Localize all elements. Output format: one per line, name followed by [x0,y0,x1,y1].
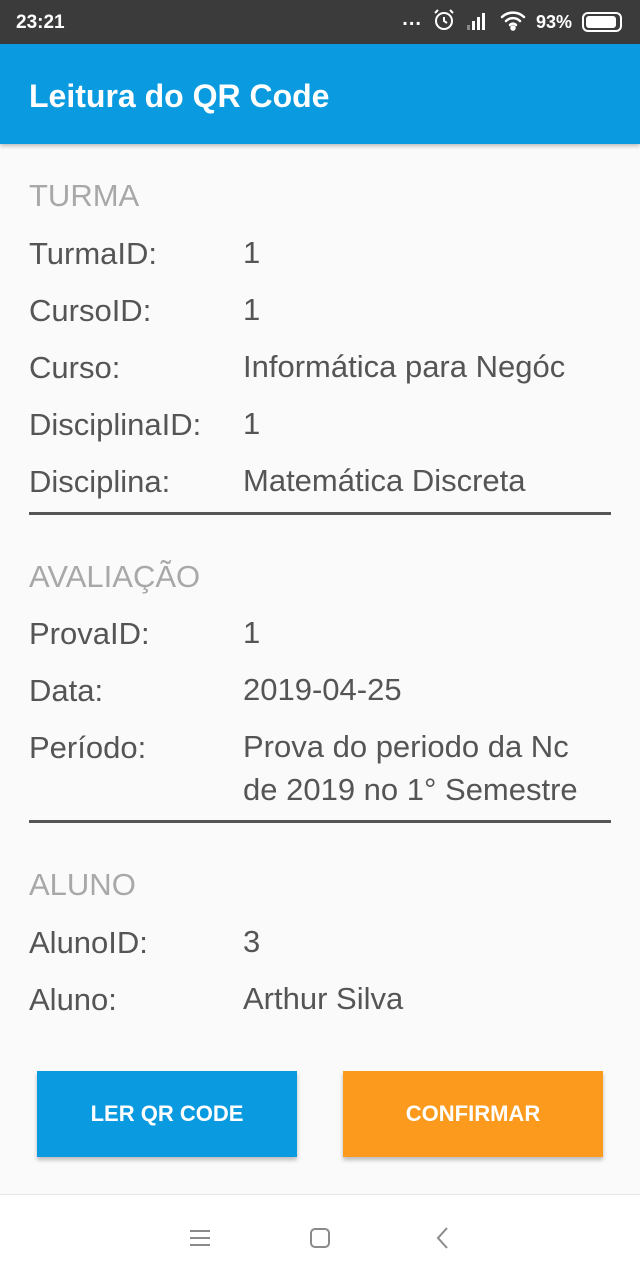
curso-label: Curso: [29,350,121,385]
disciplina-value: Matemática Discreta [243,463,526,498]
battery-percent: 93% [535,11,572,32]
data-value: 2019-04-25 [243,672,402,707]
alarm-icon [432,8,456,37]
prova-id-label: ProvaID: [29,616,150,651]
prova-id-value: 1 [243,615,261,650]
status-bar: 23:21 ... 93% [0,0,640,44]
curso-id-label: CursoID: [29,293,152,328]
back-icon[interactable] [428,1223,458,1253]
battery-level [586,16,616,28]
turma-id-label: TurmaID: [29,236,158,271]
confirm-button[interactable]: CONFIRMAR [343,1071,603,1157]
curso-id-value: 1 [243,292,261,327]
turma-header: TURMA [29,178,140,213]
turma-divider [29,512,611,515]
more-notifications-indicator: ... [402,8,422,30]
aluno-value: Arthur Silva [243,981,404,1016]
navigation-bar [0,1194,640,1280]
aluno-header: ALUNO [29,867,136,902]
avaliacao-divider [29,820,611,823]
aluno-label: Aluno: [29,982,117,1017]
aluno-id-label: AlunoID: [29,925,148,960]
turma-id-value: 1 [243,235,261,270]
wifi-icon [500,9,526,36]
curso-value: Informática para Negóc [243,349,566,384]
status-time: 23:21 [16,12,65,33]
disciplina-label: Disciplina: [29,464,171,499]
menu-icon[interactable] [185,1223,215,1253]
battery-icon [582,12,622,32]
disciplina-id-value: 1 [243,406,261,441]
data-label: Data: [29,673,104,708]
status-icons: ... 93% [402,8,622,36]
avaliacao-header: AVALIAÇÃO [29,559,201,594]
page-title: Leitura do QR Code [29,78,330,114]
disciplina-id-label: DisciplinaID: [29,407,202,442]
app-bar: Leitura do QR Code [0,44,640,144]
signal-icon [466,9,490,36]
read-qr-code-button[interactable]: LER QR CODE [37,1071,297,1157]
home-icon[interactable] [305,1223,335,1253]
periodo-label: Período: [29,730,147,765]
aluno-id-value: 3 [243,924,261,959]
periodo-value-line1: Prova do periodo da Nc [243,729,569,764]
periodo-value-line2: de 2019 no 1° Semestre [243,772,578,807]
